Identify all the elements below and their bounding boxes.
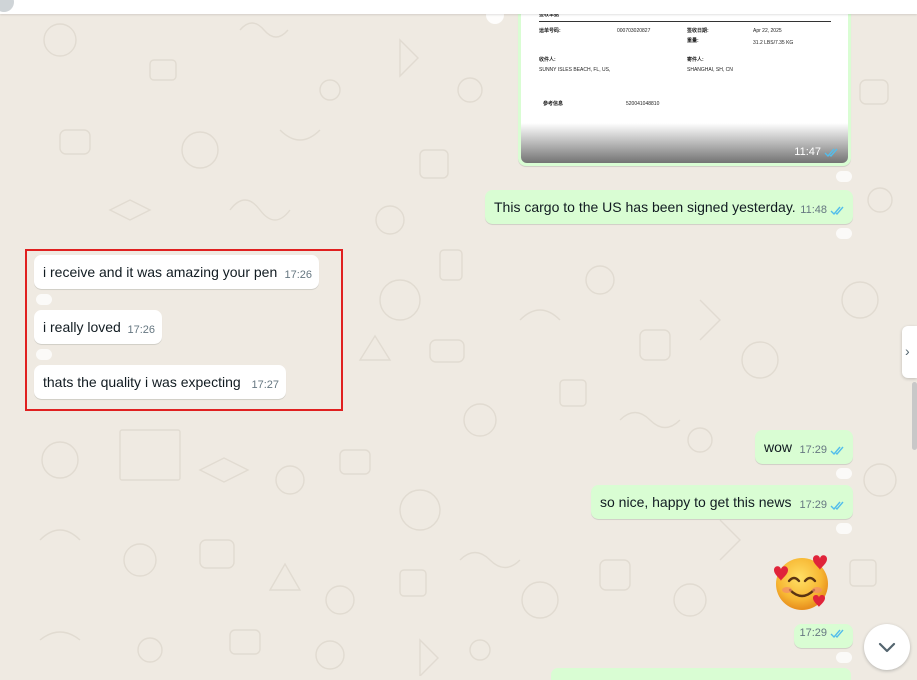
message-time: 17:29 [799,499,827,511]
react-emoji-icon[interactable] [836,652,852,663]
chevron-right-icon: › [905,343,910,359]
doc-waybill-label: 运单号码: [539,28,561,34]
message-outgoing[interactable]: This cargo to the US has been signed yes… [485,190,853,224]
react-emoji-icon[interactable] [836,228,852,239]
message-meta: 11:48 [800,201,846,220]
message-text: thats the quality i was expecting [43,374,241,390]
react-emoji-icon[interactable] [836,171,852,182]
doc-recipient-value: SUNNY ISLES BEACH, FL, US, [539,67,611,73]
react-emoji-icon[interactable] [36,294,52,305]
image-meta: 11:47 [794,146,840,158]
message-outgoing[interactable]: wow 17:29 [755,430,853,464]
message-meta: 17:26 [127,321,155,340]
avatar[interactable] [0,0,14,12]
doc-weight-label: 重量: [687,38,699,44]
message-time: 11:48 [800,204,827,216]
message-time: 17:27 [251,379,279,391]
message-meta: 17:27 [251,376,279,395]
scroll-to-bottom-button[interactable] [864,624,910,670]
message-meta: 17:29 [799,624,846,643]
message-text: so nice, happy to get this news [600,494,792,510]
document-image[interactable]: 签收单据 运单号码: 000703020827 签收日期: Apr 22, 20… [521,0,848,163]
message-outgoing[interactable] [551,668,851,680]
doc-sender-label: 寄件人: [687,57,704,63]
message-text: wow [764,439,793,455]
react-emoji-icon[interactable] [836,523,852,534]
double-check-icon [830,446,844,456]
message-meta: 17:29 [799,441,846,460]
doc-reference-value: 520041048810 [626,101,660,107]
side-panel-tab[interactable]: › [902,326,917,378]
scrollbar-thumb[interactable] [912,382,917,450]
double-check-icon [830,206,844,216]
react-emoji-icon[interactable] [836,468,852,479]
message-incoming[interactable]: i receive and it was amazing your pen 17… [34,255,319,289]
doc-reference-label: 参考信息 [543,101,564,107]
message-text: This cargo to the US has been signed yes… [494,199,796,215]
message-time: 17:29 [799,627,827,639]
message-text: i really loved [43,319,121,335]
message-meta: 17:29 [799,496,846,515]
doc-recipient-label: 收件人: [539,57,556,63]
message-incoming[interactable]: i really loved 17:26 [34,310,162,344]
doc-date-label: 签收日期: [687,28,709,34]
doc-date-value: Apr 22, 2025 [753,28,782,34]
message-time: 17:26 [127,324,155,336]
message-time: 17:26 [284,269,312,281]
double-check-icon [824,148,838,157]
image-message[interactable]: 签收单据 运单号码: 000703020827 签收日期: Apr 22, 20… [518,0,851,166]
message-outgoing[interactable]: so nice, happy to get this news 17:29 [591,485,853,519]
doc-waybill-value: 000703020827 [617,28,651,34]
message-text: i receive and it was amazing your pen [43,264,278,280]
smiling-face-with-hearts[interactable] [771,554,833,612]
image-time: 11:47 [794,146,821,158]
double-check-icon [830,501,844,511]
message-meta: 17:26 [284,266,312,285]
message-incoming[interactable]: thats the quality i was expecting 17:27 [34,365,286,399]
doc-sender-value: SHANGHAI, SH, CN [687,67,733,73]
double-check-icon [830,629,844,639]
chat-header [0,0,917,14]
doc-weight-value: 31.2 LBS/7.35 KG [753,40,794,46]
message-time: 17:29 [799,444,827,456]
chevron-down-icon [878,642,896,653]
doc-rule [539,21,831,22]
react-emoji-icon[interactable] [36,349,52,360]
message-outgoing[interactable]: 17:29 [794,624,853,648]
